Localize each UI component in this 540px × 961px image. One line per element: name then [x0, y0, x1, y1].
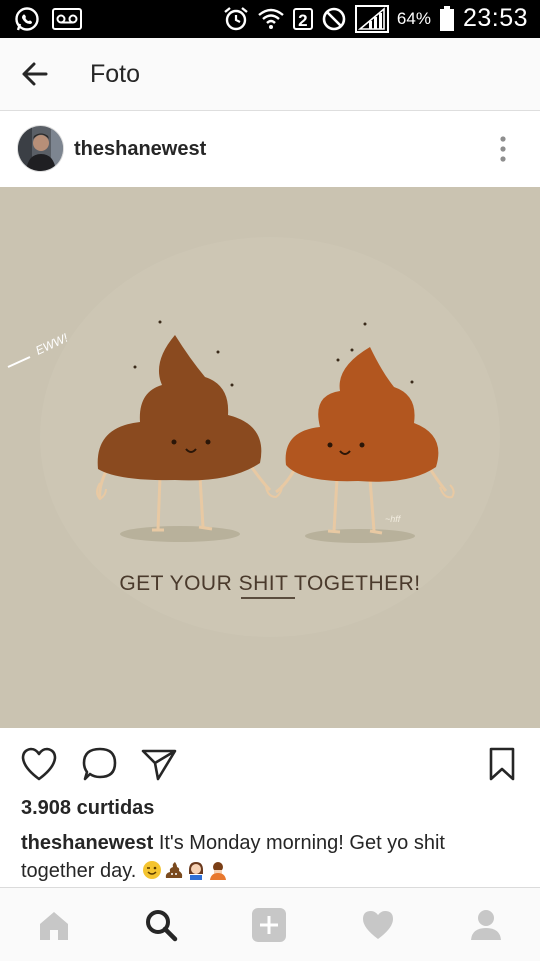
- search-icon: [146, 910, 178, 942]
- arrow-left-icon: [22, 62, 48, 86]
- heart-icon: [21, 747, 57, 781]
- nav-search[interactable]: [143, 908, 179, 942]
- winking-face-emoji: [142, 861, 161, 879]
- avatar[interactable]: [17, 125, 64, 172]
- send-icon: [141, 749, 177, 781]
- post-caption: theshanewest It's Monday morning! Get yo…: [21, 829, 521, 885]
- more-options-button[interactable]: [490, 135, 516, 163]
- wifi-icon: [258, 8, 284, 29]
- nav-add[interactable]: [251, 908, 287, 942]
- battery-icon: [439, 5, 454, 31]
- like-button[interactable]: [20, 746, 58, 782]
- post-username[interactable]: theshanewest: [74, 138, 206, 161]
- nav-home[interactable]: [36, 908, 72, 942]
- comment-icon: [82, 747, 117, 781]
- post-header: theshanewest: [0, 111, 540, 187]
- alarm-icon: [224, 6, 248, 30]
- caption-username[interactable]: theshanewest: [21, 832, 153, 854]
- person-bowing-emoji: [209, 862, 226, 880]
- artist-signature: ~hff: [385, 514, 402, 524]
- add-icon: [252, 908, 286, 942]
- like-count[interactable]: 3.908 curtidas: [21, 797, 154, 820]
- bookmark-icon: [489, 747, 515, 781]
- page-title: Foto: [90, 60, 141, 88]
- whatsapp-icon: [15, 7, 39, 31]
- save-button[interactable]: [484, 746, 522, 782]
- pile-of-poo-emoji: [165, 862, 183, 878]
- battery-percent: 64%: [396, 8, 431, 28]
- nav-profile[interactable]: [468, 908, 504, 942]
- profile-icon: [471, 910, 501, 940]
- share-button[interactable]: [140, 746, 178, 782]
- back-button[interactable]: [18, 56, 54, 92]
- clock: 23:53: [462, 4, 528, 32]
- sim-slot-indicator: 2: [292, 7, 313, 30]
- home-icon: [40, 912, 68, 940]
- signal-icon: [354, 4, 389, 33]
- status-bar: 2 64% 23:53: [0, 0, 540, 38]
- activity-heart-icon: [363, 911, 393, 939]
- voicemail-icon: [52, 8, 82, 30]
- more-vertical-icon: [500, 136, 506, 162]
- no-signal-icon: [322, 7, 346, 30]
- comment-button[interactable]: [81, 746, 119, 782]
- poo-illustration: EWW! ~hff GET YOUR SHIT TOGETHER!: [0, 187, 540, 728]
- post-image[interactable]: EWW! ~hff GET YOUR SHIT TOGETHER!: [0, 187, 540, 728]
- nav-activity[interactable]: [360, 908, 396, 942]
- app-bar: Foto: [0, 38, 540, 111]
- post-actions: [0, 728, 540, 798]
- image-headline: GET YOUR SHIT TOGETHER!: [119, 572, 420, 595]
- woman-emoji: [188, 862, 203, 880]
- bottom-navigation: [0, 887, 540, 961]
